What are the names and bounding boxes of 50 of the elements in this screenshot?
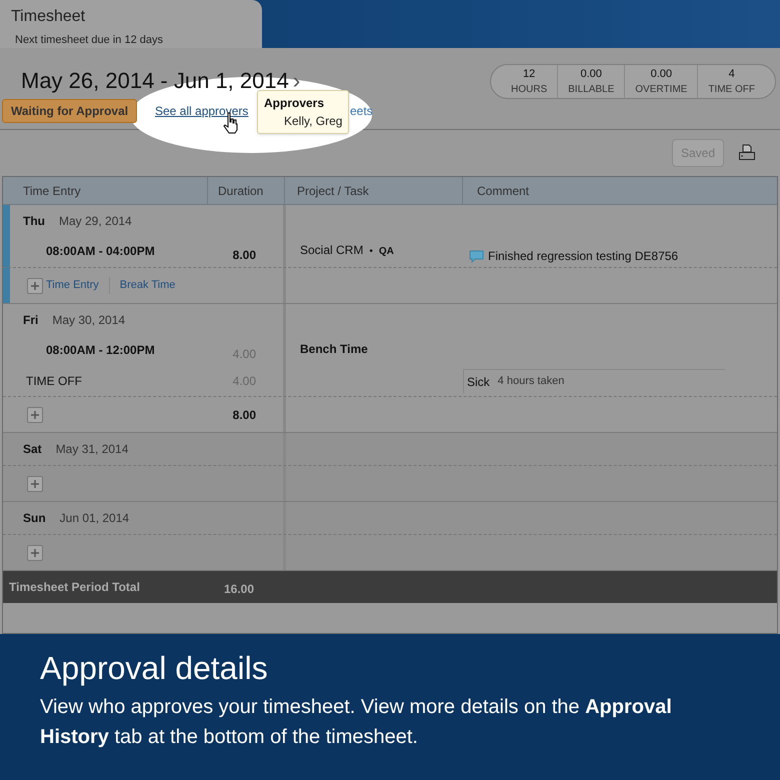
timesheets-link[interactable]: eets (350, 102, 373, 120)
day-date: May 31, 2014 (56, 441, 128, 458)
add-button[interactable] (27, 544, 43, 560)
day-row[interactable]: Thu May 29, 2014 08:00AM - 04:00PM 8.00 Social CRM • QA Finished regression testing DE8756 Time Entry Break Time (3, 205, 777, 304)
plus-icon (30, 280, 40, 290)
day-name: Sun (23, 510, 46, 527)
summary-label: HOURS (511, 83, 548, 98)
status-badge: Waiting for Approval (2, 99, 138, 123)
approvers-tooltip: Approvers Kelly, Greg (257, 90, 350, 134)
plus-icon (30, 548, 40, 558)
time-off-field[interactable]: Sick 4 hours taken (463, 369, 725, 393)
project-name: Social CRM (300, 242, 364, 259)
summary-value: 4 (728, 66, 735, 82)
day-name: Fri (23, 312, 38, 329)
period-total-bar: Timesheet Period Total 16.00 (3, 571, 777, 603)
day-row[interactable]: Sun Jun 01, 2014 (3, 502, 777, 571)
task-name: QA (378, 245, 394, 259)
summary-value: 0.00 (650, 66, 672, 82)
plus-icon (30, 478, 40, 488)
day-name: Thu (23, 213, 45, 230)
print-icon[interactable] (738, 144, 756, 162)
duration-value: 8.00 (232, 248, 256, 262)
day-date: May 30, 2014 (52, 312, 126, 329)
project-name: Bench Time (300, 341, 368, 358)
add-button[interactable] (27, 476, 43, 492)
add-button[interactable] (27, 278, 43, 294)
bullet: • (369, 245, 373, 259)
timesheet-tab[interactable]: Timesheet Next timesheet due in 12 days (0, 0, 262, 48)
summary-value: 12 (522, 66, 536, 82)
day-name: Sat (23, 441, 42, 458)
column-header: Duration (207, 177, 285, 204)
approvers-link[interactable]: See all approvers (155, 102, 248, 120)
add-button[interactable] (27, 406, 43, 422)
time-range: 08:00AM - 12:00PM (46, 343, 155, 357)
summary-label: BILLABLE (568, 83, 614, 98)
summary-label: OVERTIME (635, 83, 688, 98)
time-range: 08:00AM - 04:00PM (46, 244, 155, 258)
summary-value: 0.00 (580, 66, 602, 82)
plus-icon (30, 410, 40, 420)
comment-text: Finished regression testing DE8756 (488, 248, 678, 265)
column-header: Time Entry (22, 182, 82, 200)
column-header: Comment (462, 177, 777, 204)
day-date: Jun 01, 2014 (60, 510, 130, 527)
day-row[interactable]: Sat May 31, 2014 (3, 433, 777, 502)
summary-label: TIME OFF (708, 83, 755, 98)
day-date: May 29, 2014 (59, 213, 132, 230)
time-off-label: TIME OFF (26, 374, 82, 388)
column-header: Project / Task (296, 182, 370, 200)
day-total: 8.00 (232, 408, 256, 422)
info-banner: Approval details View who approves your timesheet. View more details on the Approval History tab at the bottom of the timesheet. (0, 634, 780, 780)
